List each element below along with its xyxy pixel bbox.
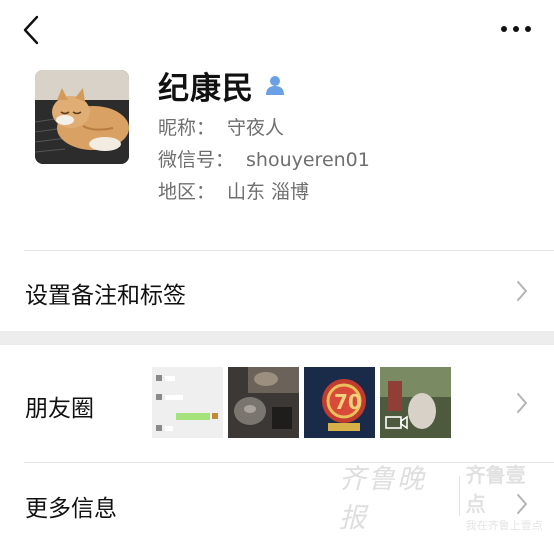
moments-thumbnails: 70 [152, 367, 451, 438]
back-icon[interactable] [18, 14, 48, 46]
wechat-id-line: 微信号： shouyeren01 [158, 145, 370, 172]
chevron-right-icon [516, 392, 528, 414]
region-label: 地区： [158, 181, 216, 203]
moments-thumbnail-badge-photo[interactable]: 70 [304, 367, 375, 438]
svg-text:70: 70 [334, 390, 362, 414]
nickname-label: 昵称： [158, 117, 216, 139]
male-gender-icon [264, 74, 286, 96]
top-bar [0, 0, 554, 58]
remark-tags-row[interactable]: 设置备注和标签 [0, 251, 554, 331]
moments-thumbnail-chat-screenshot[interactable] [152, 367, 223, 438]
watermark-sub-text: 我在齐鲁上壹点 [465, 519, 543, 532]
name-row: 纪康民 [158, 62, 286, 108]
section-gap [0, 331, 554, 345]
watermark-brand-text: 齐鲁壹点 [465, 463, 526, 516]
nickname-line: 昵称： 守夜人 [158, 113, 284, 140]
wechat-id-label: 微信号： [158, 149, 235, 171]
chevron-right-icon [516, 280, 528, 302]
moments-thumbnail-cat-photo[interactable] [228, 367, 299, 438]
remark-tags-label: 设置备注和标签 [25, 283, 186, 309]
watermark: 齐鲁晚报 齐鲁壹点 我在齐鲁上壹点 [339, 463, 544, 534]
moments-thumbnail-video[interactable] [380, 367, 451, 438]
region-line: 地区： 山东 淄博 [158, 177, 309, 204]
watermark-separator [458, 476, 460, 516]
watermark-brand: 齐鲁壹点 我在齐鲁上壹点 [466, 459, 544, 533]
wechat-id-value[interactable]: shouyeren01 [246, 149, 370, 171]
moments-row[interactable]: 朋友圈 70 [0, 345, 554, 461]
avatar[interactable] [35, 70, 129, 164]
watermark-main-text: 齐鲁晚报 [339, 464, 426, 534]
nickname-value: 守夜人 [227, 117, 285, 139]
profile-header: 纪康民 昵称： 守夜人 微信号： shouyeren01 地区： 山东 淄博 [0, 58, 554, 250]
moments-label: 朋友圈 [25, 396, 94, 422]
more-options-icon[interactable] [500, 20, 532, 38]
region-value: 山东 淄博 [227, 181, 310, 203]
more-info-label: 更多信息 [25, 496, 117, 522]
contact-name: 纪康民 [158, 70, 254, 107]
